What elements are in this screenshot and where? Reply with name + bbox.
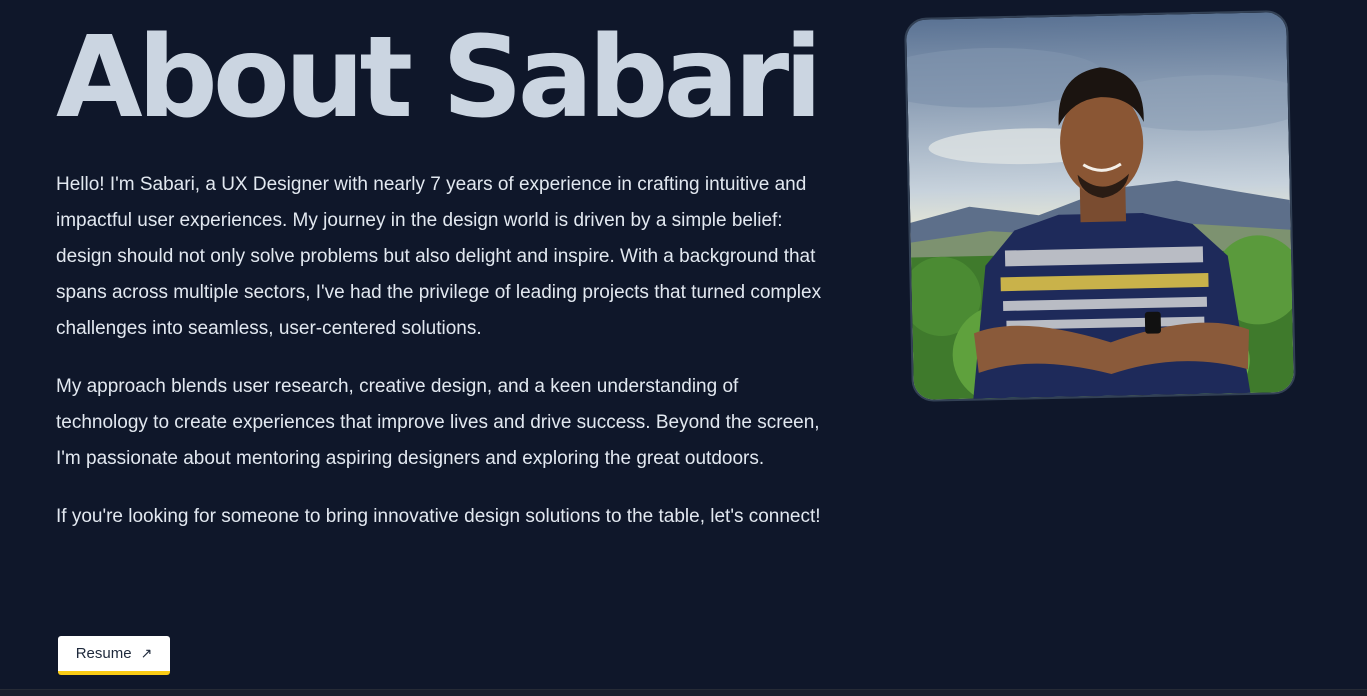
resume-button[interactable]: Resume ↗ [58,636,170,675]
page-title: About Sabari [56,13,823,143]
bio-paragraph-connect: If you're looking for someone to bring i… [56,506,821,527]
profile-photo [904,10,1296,402]
bio-paragraph-intro: Hello! I'm Sabari, a UX Designer with ne… [56,174,822,339]
resume-button-label: Resume [75,645,132,662]
portrait-photo-illustration [906,12,1294,400]
bio-section: Hello! I'm Sabari, a UX Designer with ne… [56,167,834,557]
bio-paragraph-approach: My approach blends user research, creati… [56,376,820,469]
arrow-up-right-icon: ↗ [140,645,153,661]
